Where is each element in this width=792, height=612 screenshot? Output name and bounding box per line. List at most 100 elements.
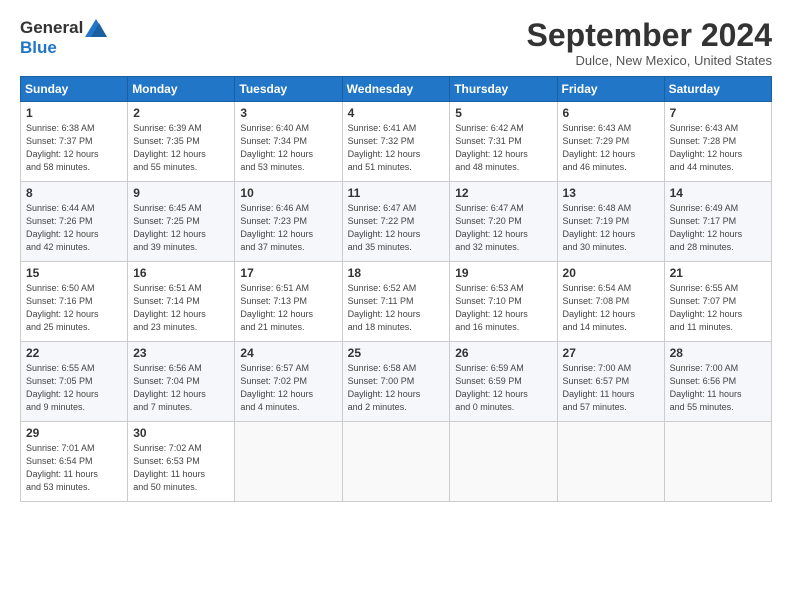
logo-icon: [85, 19, 107, 37]
weekday-header-thursday: Thursday: [450, 77, 557, 102]
day-info: Sunrise: 6:41 AMSunset: 7:32 PMDaylight:…: [348, 122, 445, 174]
day-info: Sunrise: 6:47 AMSunset: 7:22 PMDaylight:…: [348, 202, 445, 254]
day-number: 3: [240, 106, 336, 120]
day-number: 11: [348, 186, 445, 200]
calendar-week-5: 29Sunrise: 7:01 AMSunset: 6:54 PMDayligh…: [21, 422, 772, 502]
calendar-cell: 17 Sunrise: 6:51 AMSunset: 7:13 PMDayligh…: [235, 262, 342, 342]
day-info: Sunrise: 6:57 AMSunset: 7:02 PMDaylight:…: [240, 362, 336, 414]
calendar: SundayMondayTuesdayWednesdayThursdayFrid…: [20, 76, 772, 502]
day-info: Sunrise: 6:54 AMSunset: 7:08 PMDaylight:…: [563, 282, 659, 334]
day-number: 21: [670, 266, 766, 280]
weekday-header-sunday: Sunday: [21, 77, 128, 102]
calendar-cell: 19 Sunrise: 6:53 AMSunset: 7:10 PMDayligh…: [450, 262, 557, 342]
logo: General Blue: [20, 18, 107, 58]
day-number: 12: [455, 186, 551, 200]
calendar-cell: 16Sunrise: 6:51 AMSunset: 7:14 PMDayligh…: [128, 262, 235, 342]
day-info: Sunrise: 6:50 AMSunset: 7:16 PMDaylight:…: [26, 282, 122, 334]
day-number: 5: [455, 106, 551, 120]
day-info: Sunrise: 6:55 AMSunset: 7:07 PMDaylight:…: [670, 282, 766, 334]
calendar-cell: 30 Sunrise: 7:02 AMSunset: 6:53 PMDayligh…: [128, 422, 235, 502]
day-number: 2: [133, 106, 229, 120]
day-info: Sunrise: 6:39 AMSunset: 7:35 PMDaylight:…: [133, 122, 229, 174]
logo-general-text: General: [20, 18, 83, 38]
calendar-cell: [450, 422, 557, 502]
day-number: 4: [348, 106, 445, 120]
day-info: Sunrise: 7:00 AMSunset: 6:56 PMDaylight:…: [670, 362, 766, 414]
day-info: Sunrise: 6:55 AMSunset: 7:05 PMDaylight:…: [26, 362, 122, 414]
day-info: Sunrise: 6:53 AMSunset: 7:10 PMDaylight:…: [455, 282, 551, 334]
calendar-cell: 21 Sunrise: 6:55 AMSunset: 7:07 PMDayligh…: [664, 262, 771, 342]
calendar-cell: 4 Sunrise: 6:41 AMSunset: 7:32 PMDaylight…: [342, 102, 450, 182]
calendar-cell: 2 Sunrise: 6:39 AMSunset: 7:35 PMDaylight…: [128, 102, 235, 182]
day-number: 7: [670, 106, 766, 120]
month-title: September 2024: [527, 18, 772, 53]
calendar-week-4: 22 Sunrise: 6:55 AMSunset: 7:05 PMDayligh…: [21, 342, 772, 422]
day-info: Sunrise: 6:49 AMSunset: 7:17 PMDaylight:…: [670, 202, 766, 254]
calendar-cell: 25Sunrise: 6:58 AMSunset: 7:00 PMDayligh…: [342, 342, 450, 422]
day-number: 8: [26, 186, 122, 200]
calendar-cell: 7 Sunrise: 6:43 AMSunset: 7:28 PMDaylight…: [664, 102, 771, 182]
day-info: Sunrise: 6:43 AMSunset: 7:29 PMDaylight:…: [563, 122, 659, 174]
day-info: Sunrise: 6:43 AMSunset: 7:28 PMDaylight:…: [670, 122, 766, 174]
day-number: 9: [133, 186, 229, 200]
day-info: Sunrise: 6:42 AMSunset: 7:31 PMDaylight:…: [455, 122, 551, 174]
day-info: Sunrise: 6:45 AMSunset: 7:25 PMDaylight:…: [133, 202, 229, 254]
day-number: 20: [563, 266, 659, 280]
calendar-week-2: 8 Sunrise: 6:44 AMSunset: 7:26 PMDaylight…: [21, 182, 772, 262]
weekday-header-tuesday: Tuesday: [235, 77, 342, 102]
calendar-cell: [664, 422, 771, 502]
calendar-cell: 15Sunrise: 6:50 AMSunset: 7:16 PMDayligh…: [21, 262, 128, 342]
calendar-cell: 1Sunrise: 6:38 AMSunset: 7:37 PMDaylight…: [21, 102, 128, 182]
day-info: Sunrise: 6:51 AMSunset: 7:13 PMDaylight:…: [240, 282, 336, 334]
calendar-cell: 24 Sunrise: 6:57 AMSunset: 7:02 PMDayligh…: [235, 342, 342, 422]
day-info: Sunrise: 6:58 AMSunset: 7:00 PMDaylight:…: [348, 362, 445, 414]
title-block: September 2024 Dulce, New Mexico, United…: [527, 18, 772, 68]
day-number: 30: [133, 426, 229, 440]
day-number: 24: [240, 346, 336, 360]
day-info: Sunrise: 7:01 AMSunset: 6:54 PMDaylight:…: [26, 442, 122, 494]
day-number: 19: [455, 266, 551, 280]
day-info: Sunrise: 6:59 AMSunset: 6:59 PMDaylight:…: [455, 362, 551, 414]
day-info: Sunrise: 6:52 AMSunset: 7:11 PMDaylight:…: [348, 282, 445, 334]
calendar-cell: 13 Sunrise: 6:48 AMSunset: 7:19 PMDayligh…: [557, 182, 664, 262]
weekday-header-wednesday: Wednesday: [342, 77, 450, 102]
calendar-cell: 6 Sunrise: 6:43 AMSunset: 7:29 PMDaylight…: [557, 102, 664, 182]
location: Dulce, New Mexico, United States: [527, 53, 772, 68]
day-info: Sunrise: 6:44 AMSunset: 7:26 PMDaylight:…: [26, 202, 122, 254]
logo-blue-text: Blue: [20, 38, 57, 57]
day-number: 27: [563, 346, 659, 360]
calendar-cell: 8 Sunrise: 6:44 AMSunset: 7:26 PMDaylight…: [21, 182, 128, 262]
day-number: 22: [26, 346, 122, 360]
calendar-cell: 11 Sunrise: 6:47 AMSunset: 7:22 PMDayligh…: [342, 182, 450, 262]
calendar-cell: 28 Sunrise: 7:00 AMSunset: 6:56 PMDayligh…: [664, 342, 771, 422]
day-info: Sunrise: 7:02 AMSunset: 6:53 PMDaylight:…: [133, 442, 229, 494]
day-info: Sunrise: 6:51 AMSunset: 7:14 PMDaylight:…: [133, 282, 229, 334]
day-number: 13: [563, 186, 659, 200]
calendar-cell: 3Sunrise: 6:40 AMSunset: 7:34 PMDaylight…: [235, 102, 342, 182]
calendar-cell: 18 Sunrise: 6:52 AMSunset: 7:11 PMDayligh…: [342, 262, 450, 342]
weekday-header-monday: Monday: [128, 77, 235, 102]
day-info: Sunrise: 6:48 AMSunset: 7:19 PMDaylight:…: [563, 202, 659, 254]
header: General Blue September 2024 Dulce, New M…: [20, 18, 772, 68]
calendar-cell: 20 Sunrise: 6:54 AMSunset: 7:08 PMDayligh…: [557, 262, 664, 342]
day-number: 26: [455, 346, 551, 360]
day-number: 18: [348, 266, 445, 280]
calendar-cell: 9 Sunrise: 6:45 AMSunset: 7:25 PMDaylight…: [128, 182, 235, 262]
calendar-cell: 10Sunrise: 6:46 AMSunset: 7:23 PMDayligh…: [235, 182, 342, 262]
day-number: 6: [563, 106, 659, 120]
day-info: Sunrise: 6:46 AMSunset: 7:23 PMDaylight:…: [240, 202, 336, 254]
calendar-cell: 22 Sunrise: 6:55 AMSunset: 7:05 PMDayligh…: [21, 342, 128, 422]
calendar-cell: [557, 422, 664, 502]
calendar-week-1: 1Sunrise: 6:38 AMSunset: 7:37 PMDaylight…: [21, 102, 772, 182]
day-info: Sunrise: 7:00 AMSunset: 6:57 PMDaylight:…: [563, 362, 659, 414]
day-info: Sunrise: 6:56 AMSunset: 7:04 PMDaylight:…: [133, 362, 229, 414]
calendar-cell: 5 Sunrise: 6:42 AMSunset: 7:31 PMDaylight…: [450, 102, 557, 182]
calendar-week-3: 15Sunrise: 6:50 AMSunset: 7:16 PMDayligh…: [21, 262, 772, 342]
weekday-header-row: SundayMondayTuesdayWednesdayThursdayFrid…: [21, 77, 772, 102]
day-info: Sunrise: 6:38 AMSunset: 7:37 PMDaylight:…: [26, 122, 122, 174]
day-number: 14: [670, 186, 766, 200]
weekday-header-friday: Friday: [557, 77, 664, 102]
day-number: 28: [670, 346, 766, 360]
day-number: 17: [240, 266, 336, 280]
calendar-cell: 12Sunrise: 6:47 AMSunset: 7:20 PMDayligh…: [450, 182, 557, 262]
